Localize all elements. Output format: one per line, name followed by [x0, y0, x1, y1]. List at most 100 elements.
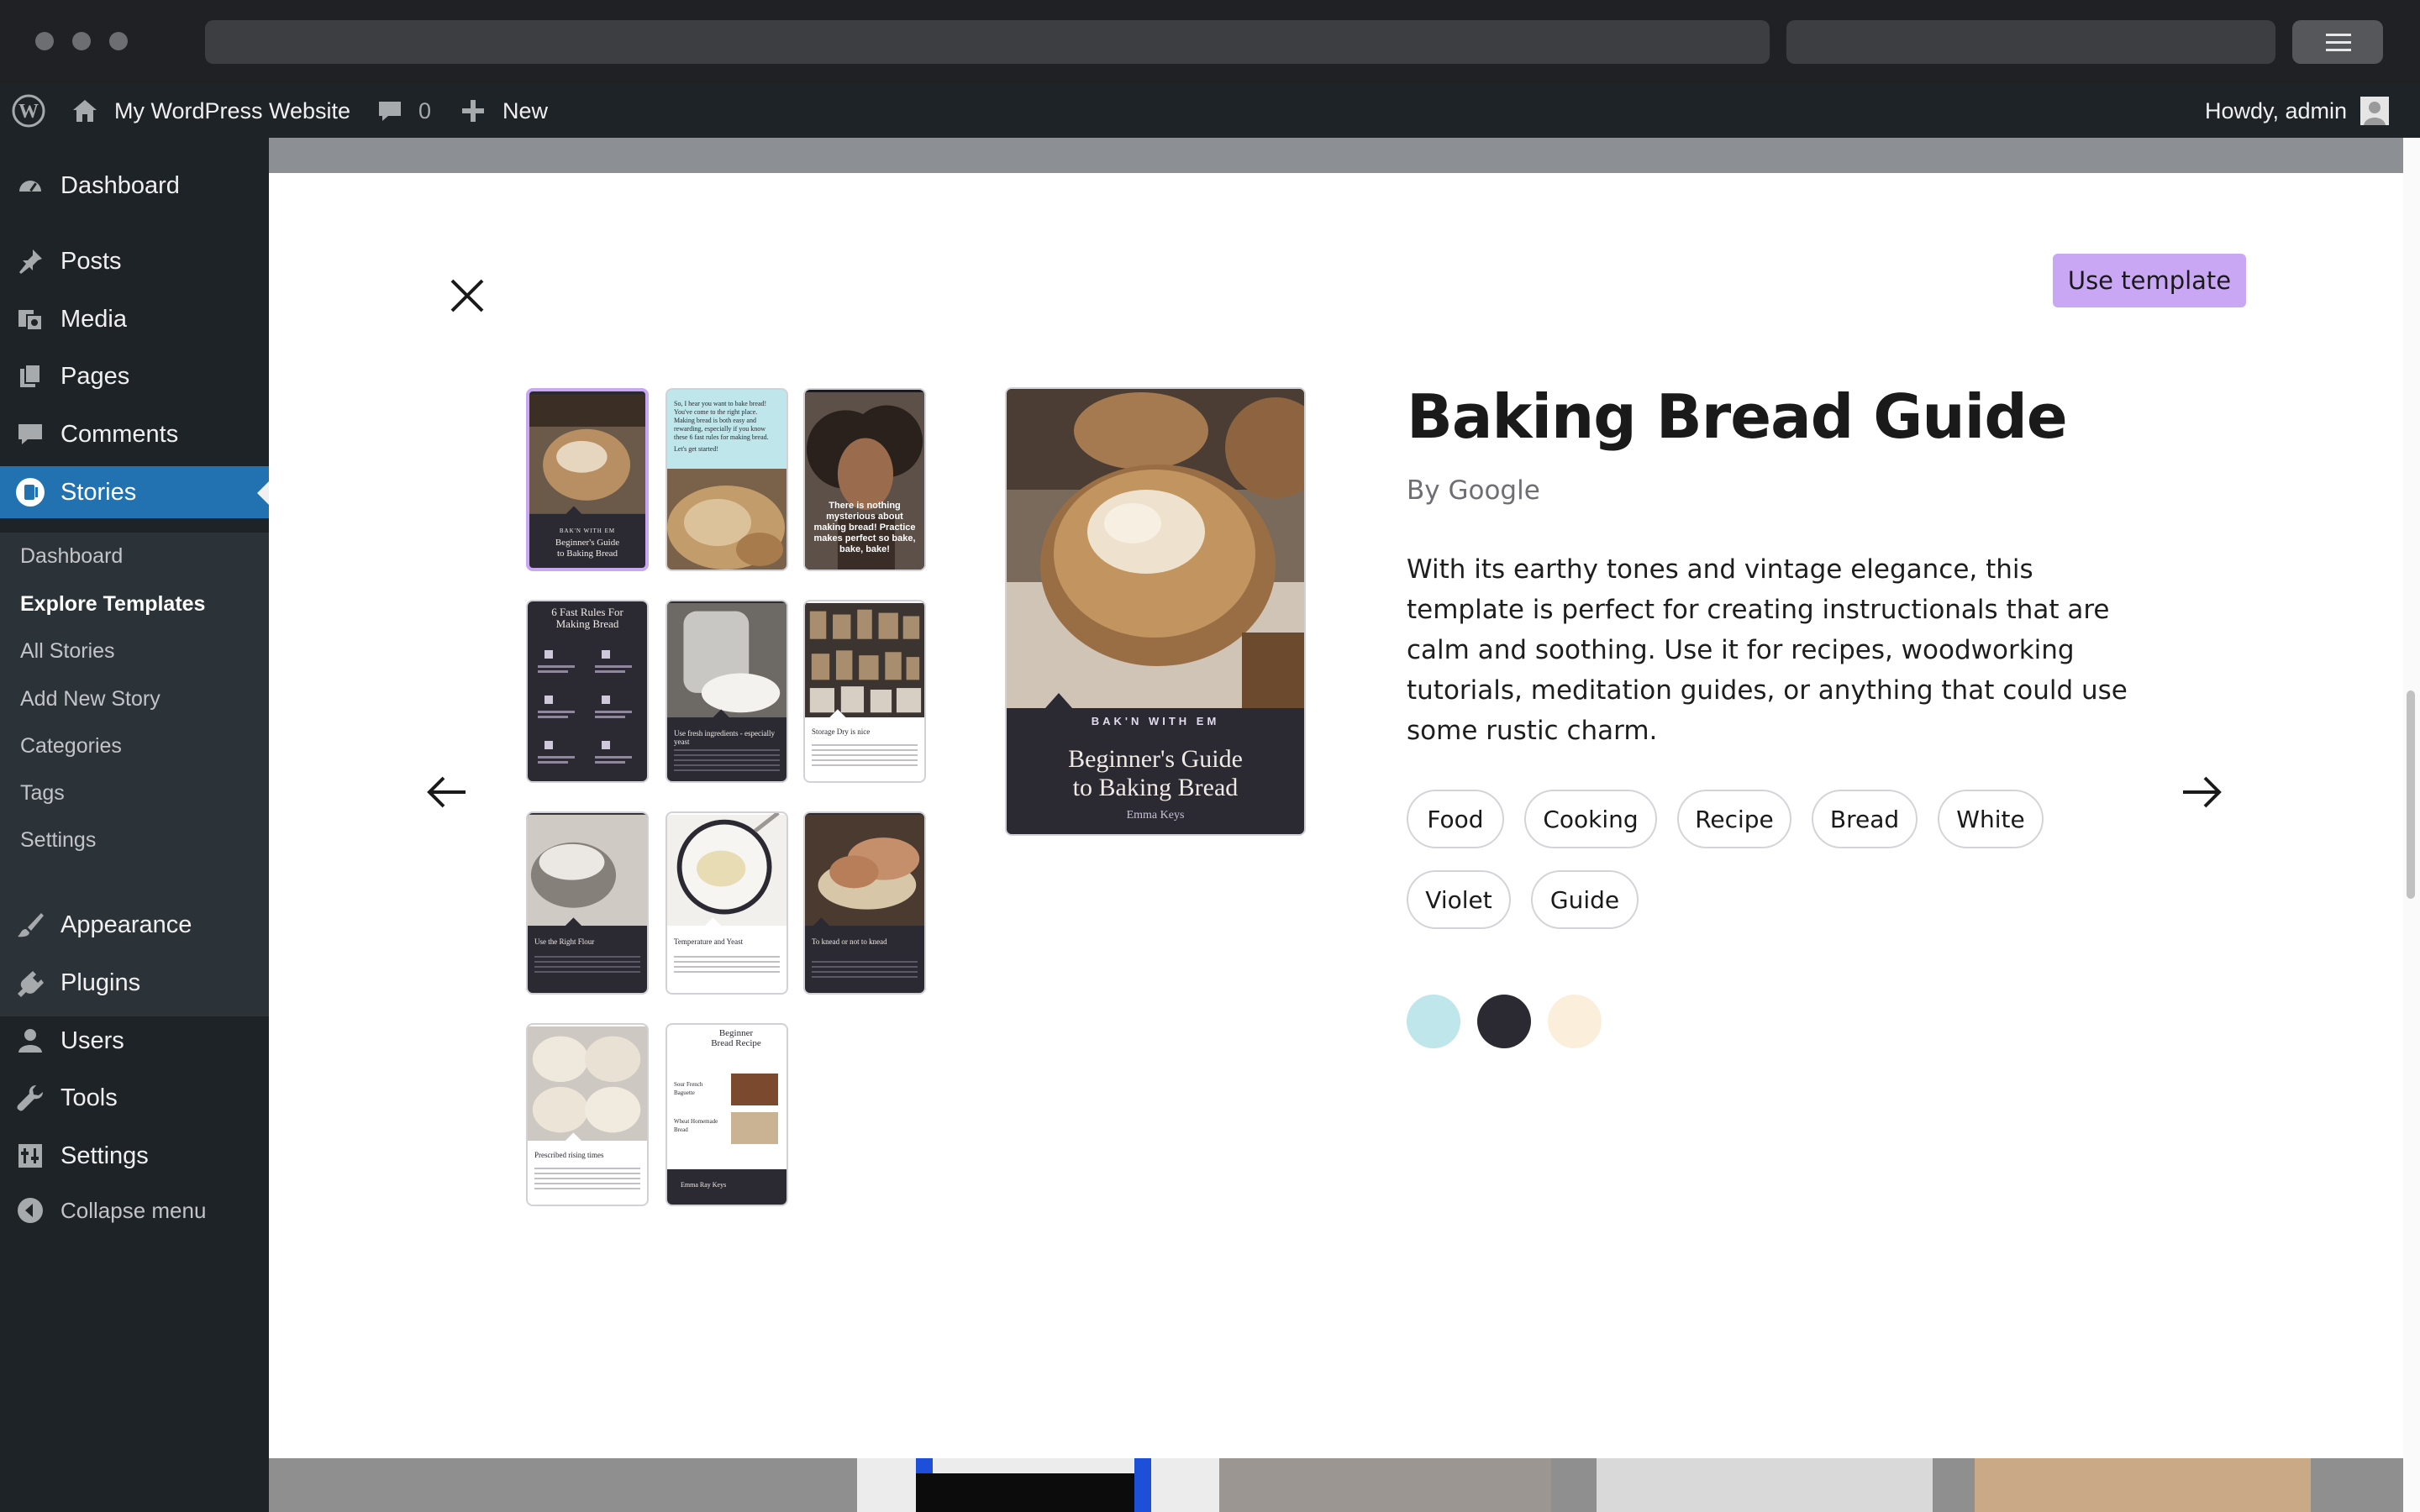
thumb-recipe-item: Sour French Baguette	[674, 1081, 703, 1096]
howdy-text: Howdy, admin	[2205, 97, 2348, 123]
address-bar[interactable]	[205, 20, 1770, 64]
browser-search-bar[interactable]	[1786, 20, 2275, 64]
menu-plugins[interactable]: Plugins	[0, 957, 269, 1009]
avatar	[2360, 97, 2390, 125]
window-close-dot[interactable]	[35, 32, 54, 50]
svg-text:W: W	[18, 101, 39, 123]
color-swatch-light-blue	[1407, 995, 1460, 1048]
thumbnail-page-9[interactable]: To knead or not to knead	[803, 811, 926, 995]
preview-byline: Emma Keys	[1126, 809, 1185, 822]
settings-icon	[15, 1141, 45, 1171]
submenu-tags[interactable]: Tags	[20, 781, 65, 806]
bread-loaf-photo	[1007, 389, 1304, 708]
submenu-all-stories[interactable]: All Stories	[20, 639, 115, 664]
thumb-title: Making Bread	[555, 617, 619, 630]
comments-link[interactable]: 0	[376, 84, 431, 138]
bread-slices-photo	[667, 469, 786, 570]
tag-recipe[interactable]: Recipe	[1677, 790, 1791, 848]
menu-media[interactable]: Media	[0, 293, 269, 345]
menu-dashboard[interactable]: Dashboard	[0, 160, 269, 212]
thumbnail-page-11[interactable]: Beginner Bread Recipe Sour French Baguet…	[666, 1023, 788, 1206]
template-preview: BAK'N WITH EM Beginner's Guide to Baking…	[1005, 387, 1306, 836]
flour-bowl-photo	[528, 814, 647, 927]
thumb-caption: Use the Right Flour	[534, 937, 595, 946]
thumbnail-page-6[interactable]: Storage Dry is nice	[803, 600, 926, 783]
close-icon	[450, 279, 484, 312]
menu-pages[interactable]: Pages	[0, 350, 269, 402]
home-icon	[71, 97, 99, 125]
window-minimize-dot[interactable]	[72, 32, 91, 50]
bg-thumb-accent	[1134, 1458, 1151, 1512]
paintbrush-icon	[15, 910, 45, 940]
preview-title-line2: to Baking Bread	[1072, 774, 1239, 801]
window-zoom-dot[interactable]	[109, 32, 128, 50]
scrollbar-thumb[interactable]	[2407, 690, 2415, 899]
wordpress-logo-icon[interactable]: W	[12, 84, 45, 138]
thumbnail-page-2[interactable]: So, I hear you want to bake bread! You'v…	[666, 388, 788, 571]
thumbnail-page-5[interactable]: Use fresh ingredients - especially yeast	[666, 600, 788, 783]
submenu-explore-templates[interactable]: Explore Templates	[20, 592, 205, 617]
next-template-button[interactable]	[2165, 756, 2237, 828]
menu-tools[interactable]: Tools	[0, 1072, 269, 1124]
thumb-placeholder-lines	[534, 1168, 640, 1193]
thumbnail-page-10[interactable]: Prescribed rising times	[526, 1023, 649, 1206]
thumbnail-page-1[interactable]: BAK'N WITH EM Beginner's Guide to Baking…	[526, 388, 649, 571]
menu-settings[interactable]: Settings	[0, 1130, 269, 1182]
site-name-link[interactable]: My WordPress Website	[71, 84, 350, 138]
submenu-add-new-story[interactable]: Add New Story	[20, 687, 160, 711]
user-icon	[15, 1026, 45, 1056]
tag-violet[interactable]: Violet	[1407, 870, 1511, 929]
tag-bread[interactable]: Bread	[1812, 790, 1918, 848]
bread-photo	[529, 395, 645, 517]
thumb-placeholder-lines	[812, 961, 918, 979]
template-author: By Google	[1407, 475, 1540, 506]
stories-icon	[15, 477, 45, 507]
previous-template-button[interactable]	[412, 756, 484, 828]
color-swatch-cream	[1548, 995, 1602, 1048]
menu-users[interactable]: Users	[0, 1015, 269, 1067]
comments-count: 0	[418, 97, 432, 123]
bg-template-thumb	[1219, 1458, 1551, 1512]
color-swatch-dark	[1477, 995, 1531, 1048]
wrench-icon	[15, 1083, 45, 1113]
submenu-categories[interactable]: Categories	[20, 734, 122, 759]
new-label: New	[502, 97, 549, 123]
pantry-shelves-photo	[805, 602, 924, 719]
plugin-icon	[15, 968, 45, 998]
admin-sidebar: Dashboard Posts Media Pages Comments Sto…	[0, 138, 271, 1512]
submenu-settings[interactable]: Settings	[20, 828, 96, 853]
thumb-placeholder-lines	[674, 749, 780, 771]
thumbnail-page-4[interactable]: 6 Fast Rules For Making Bread	[526, 600, 649, 783]
thumbnail-page-7[interactable]: Use the Right Flour	[526, 811, 649, 995]
tag-white[interactable]: White	[1938, 790, 2044, 848]
browser-menu-button[interactable]	[2292, 20, 2383, 64]
close-button[interactable]	[427, 255, 508, 336]
menu-appearance[interactable]: Appearance	[0, 899, 269, 951]
use-template-button[interactable]: Use template	[2053, 254, 2246, 307]
rules-icons-grid	[538, 650, 632, 764]
thumb-caption: To knead or not to knead	[812, 937, 887, 946]
my-account-link[interactable]: Howdy, admin	[2205, 84, 2390, 138]
thumbnail-page-3[interactable]: There is nothing mysterious about making…	[803, 388, 926, 571]
bg-template-thumb	[1597, 1458, 1933, 1512]
menu-comments[interactable]: Comments	[0, 408, 269, 460]
thumbnail-page-8[interactable]: Temperature and Yeast	[666, 811, 788, 995]
recipe-photos	[731, 1074, 778, 1144]
plus-icon	[460, 98, 486, 123]
comment-bubble-icon	[376, 97, 403, 124]
media-icon	[15, 304, 45, 334]
thumb-recipe-item: Wheat Homemade Bread	[674, 1118, 718, 1133]
menu-stories[interactable]: Stories	[0, 466, 269, 518]
tag-guide[interactable]: Guide	[1531, 870, 1639, 929]
browser-chrome	[0, 0, 2420, 84]
thumb-placeholder-lines	[534, 956, 640, 976]
tag-cooking[interactable]: Cooking	[1524, 790, 1657, 848]
submenu-dashboard[interactable]: Dashboard	[20, 544, 123, 569]
new-content-link[interactable]: New	[460, 84, 548, 138]
thumb-caption: Storage Dry is nice	[812, 727, 871, 736]
template-title: Baking Bread Guide	[1407, 381, 2068, 452]
collapse-menu-button[interactable]: Collapse menu	[0, 1184, 269, 1236]
tag-food[interactable]: Food	[1407, 790, 1504, 848]
menu-posts[interactable]: Posts	[0, 235, 269, 287]
pages-icon	[15, 361, 45, 391]
